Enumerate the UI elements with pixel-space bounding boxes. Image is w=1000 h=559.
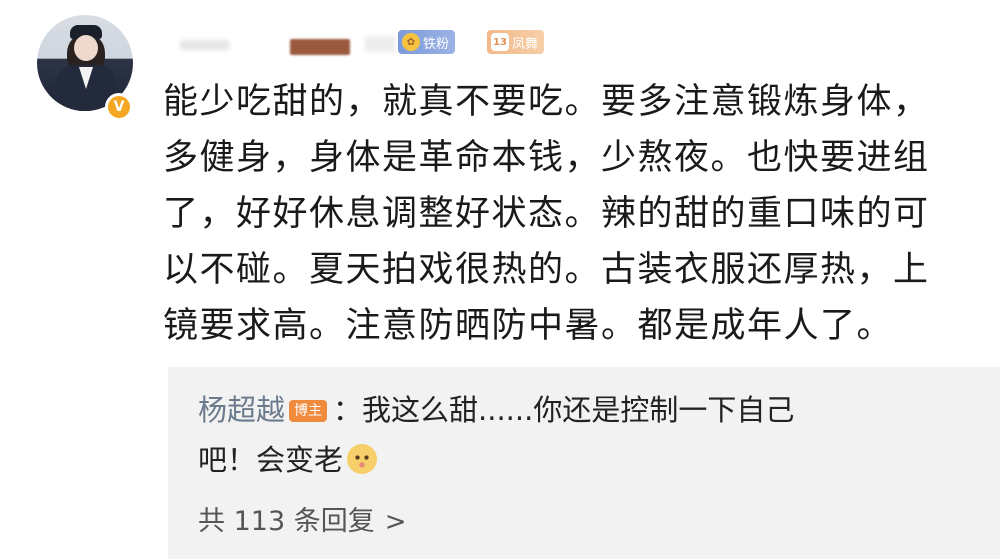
username-redacted [180, 40, 230, 50]
fan-badge-label: 铁粉 [423, 36, 450, 52]
level-badge-label: 凤舞 [512, 36, 539, 52]
username-redacted-tail [365, 36, 395, 52]
reply-author-link[interactable]: 杨超越 [198, 393, 285, 427]
comment-line: 多健身，身体是革命本钱，少熬夜。也快要进组 [163, 138, 930, 178]
view-replies-link[interactable]: 共 113 条回复 > [198, 502, 407, 542]
verified-v-icon: V [105, 93, 133, 121]
comment-line: 了，好好休息调整好状态。辣的甜的重口味的可 [163, 194, 930, 234]
fan-medal-icon: ✿ [402, 33, 420, 51]
reply-content-1: ：我这么甜......你还是控制一下自己 [333, 393, 795, 427]
replies-count-label: 共 113 条回复 [198, 506, 375, 537]
reply-line-2: 吧！会变老 [198, 435, 958, 485]
level-badge[interactable]: 13 凤舞 [487, 30, 545, 54]
author-role-badge: 博主 [289, 400, 328, 422]
comment-line: 镜要求高。注意防晒防中暑。都是成年人了。 [163, 306, 894, 346]
reply-line-1: 杨超越 博主 ：我这么甜......你还是控制一下自己 [198, 385, 958, 435]
comment-line: 能少吃甜的，就真不要吃。要多注意锻炼身体， [163, 82, 930, 122]
avatar-face [74, 35, 98, 61]
comment-text: 能少吃甜的，就真不要吃。要多注意锻炼身体， 多健身，身体是革命本钱，少熬夜。也快… [163, 74, 993, 354]
blush-emoji-icon [347, 444, 378, 474]
username-redacted-bar [290, 39, 350, 55]
comment-line: 以不碰。夏天拍戏很热的。古装衣服还厚热，上 [163, 250, 930, 290]
reply-content-2: 吧！会变老 [198, 443, 344, 477]
level-number: 13 [491, 33, 509, 51]
chevron-right-icon: > [384, 507, 407, 537]
reply-text: 杨超越 博主 ：我这么甜......你还是控制一下自己 吧！会变老 [198, 385, 958, 485]
fan-badge[interactable]: ✿ 铁粉 [398, 30, 456, 54]
